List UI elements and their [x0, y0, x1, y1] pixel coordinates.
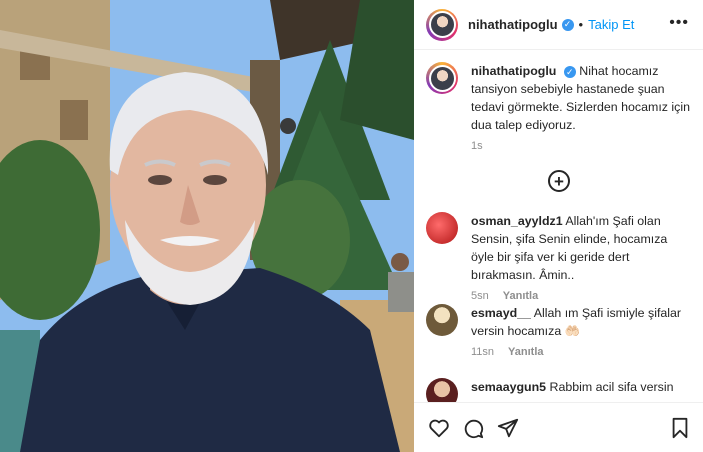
comment-username[interactable]: semaaygun5	[471, 380, 546, 394]
caption-time: 1s	[471, 140, 483, 152]
verified-icon: ✓	[561, 18, 574, 31]
caption-meta: 1s	[471, 140, 696, 152]
commenter-avatar[interactable]	[426, 212, 458, 244]
comment-meta: 11sn Yanıtla	[471, 346, 696, 358]
comment-text: Rabbim acil sifa versin	[549, 380, 674, 394]
comment-time: 5sn	[471, 290, 489, 302]
author-username[interactable]: nihathatipoglu	[468, 17, 558, 32]
reply-button[interactable]: Yanıtla	[508, 346, 543, 358]
heart-icon[interactable]	[428, 417, 450, 442]
comments-panel[interactable]: nihathatipoglu ✓ Nihat hocamız tansiyon …	[414, 50, 703, 402]
comment-text-block: osman_ayyldz1 Allah'ım Şafi olan Sensin,…	[471, 212, 691, 284]
avatar-image	[428, 64, 456, 92]
follow-button[interactable]: Takip Et	[588, 17, 634, 32]
share-icon[interactable]	[497, 417, 519, 442]
avatar-image	[428, 11, 456, 38]
commenter-avatar[interactable]	[426, 378, 458, 402]
caption-username[interactable]: nihathatipoglu	[471, 64, 556, 78]
post-header: nihathatipoglu ✓ • Takip Et •••	[414, 0, 703, 50]
post-caption: nihathatipoglu ✓ Nihat hocamız tansiyon …	[426, 62, 696, 152]
comment-item: semaaygun5 Rabbim acil sifa versin	[426, 378, 696, 402]
post-photo-illustration	[0, 0, 414, 452]
comment-item: osman_ayyldz1 Allah'ım Şafi olan Sensin,…	[426, 212, 696, 302]
comment-meta: 5sn Yanıtla	[471, 290, 696, 302]
verified-icon: ✓	[563, 65, 576, 78]
caption-avatar[interactable]	[426, 62, 458, 94]
author-avatar[interactable]	[426, 8, 458, 41]
post-photo[interactable]	[0, 0, 414, 452]
comment-text-block: esmayd__ Allah ım Şafi ismiyle şifalar v…	[471, 304, 691, 340]
commenter-avatar[interactable]	[426, 304, 458, 336]
comment-icon[interactable]	[462, 417, 484, 442]
separator-dot: •	[578, 17, 584, 32]
comment-time: 11sn	[471, 346, 495, 358]
load-more-comments-button[interactable]: +	[548, 170, 570, 192]
caption-text-block: nihathatipoglu ✓ Nihat hocamız tansiyon …	[471, 62, 691, 134]
comment-username[interactable]: esmayd__	[471, 306, 531, 320]
comment-item: esmayd__ Allah ım Şafi ismiyle şifalar v…	[426, 304, 696, 358]
more-options-icon[interactable]: •••	[669, 14, 689, 32]
post-actions-bar	[414, 402, 703, 452]
post-sidebar: nihathatipoglu ✓ • Takip Et ••• nihathat…	[414, 0, 703, 452]
bookmark-icon[interactable]	[670, 417, 690, 442]
comment-text-block: semaaygun5 Rabbim acil sifa versin	[471, 378, 691, 402]
comment-username[interactable]: osman_ayyldz1	[471, 214, 563, 228]
reply-button[interactable]: Yanıtla	[503, 290, 538, 302]
